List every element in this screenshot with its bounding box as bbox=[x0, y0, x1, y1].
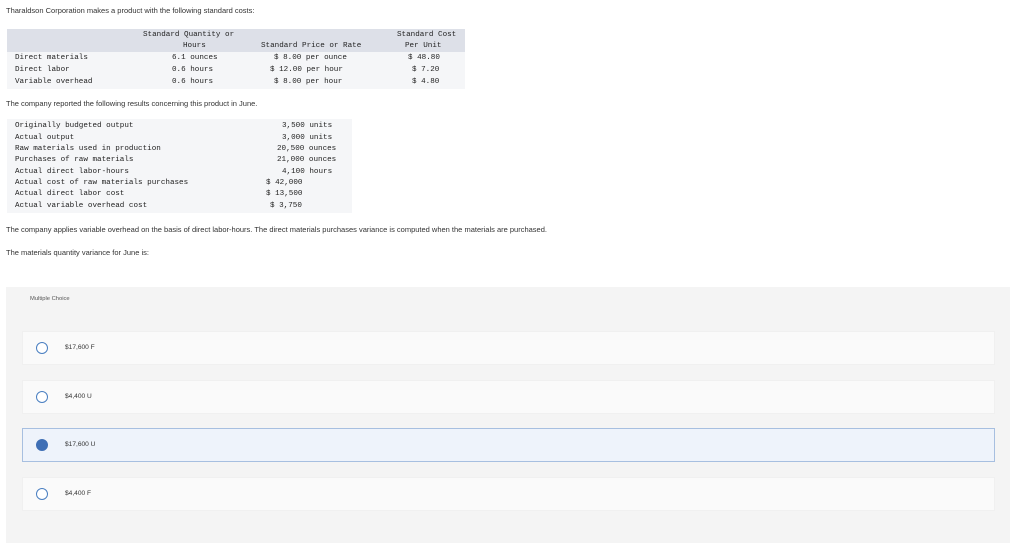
result-label: Actual cost of raw materials purchases bbox=[15, 179, 189, 187]
row-qty: 0.6 hours bbox=[172, 66, 214, 74]
radio-selected-icon[interactable] bbox=[36, 439, 48, 451]
row-cost: $ 4.80 bbox=[412, 78, 440, 86]
row-price: $ 12.00 per hour bbox=[270, 66, 343, 74]
choice-label: $17,600 U bbox=[65, 441, 96, 448]
row-qty: 0.6 hours bbox=[172, 78, 214, 86]
header-price: Standard Price or Rate bbox=[261, 42, 362, 50]
result-value: 4,100 hours bbox=[282, 168, 333, 176]
question-text: The materials quantity variance for June… bbox=[6, 248, 149, 257]
table-header: Standard Quantity or Hours Standard Pric… bbox=[7, 29, 465, 52]
row-price: $ 8.00 per hour bbox=[274, 78, 343, 86]
choice-option-3-selected[interactable]: $17,600 U bbox=[22, 428, 995, 462]
result-value: 20,500 ounces bbox=[277, 145, 337, 153]
header-cost-line2: Per Unit bbox=[405, 42, 442, 50]
result-label: Originally budgeted output bbox=[15, 122, 134, 130]
radio-button-icon[interactable] bbox=[36, 488, 48, 500]
results-table: Originally budgeted output 3,500 units A… bbox=[7, 119, 352, 213]
result-label: Purchases of raw materials bbox=[15, 156, 134, 164]
result-value: 3,000 units bbox=[282, 134, 333, 142]
result-label: Actual direct labor cost bbox=[15, 190, 125, 198]
header-qty-line1: Standard Quantity or bbox=[143, 31, 235, 39]
result-label: Actual output bbox=[15, 134, 75, 142]
row-label: Direct labor bbox=[15, 66, 70, 74]
note-text: The company applies variable overhead on… bbox=[6, 225, 547, 234]
radio-button-icon[interactable] bbox=[36, 342, 48, 354]
result-value: $ 13,500 bbox=[266, 190, 303, 198]
table-body: Direct materials 6.1 ounces $ 8.00 per o… bbox=[7, 52, 465, 89]
choice-option-2[interactable]: $4,400 U bbox=[22, 380, 995, 414]
result-label: Actual direct labor-hours bbox=[15, 168, 129, 176]
result-value: 3,500 units bbox=[282, 122, 333, 130]
result-label: Actual variable overhead cost bbox=[15, 202, 148, 210]
result-label: Raw materials used in production bbox=[15, 145, 161, 153]
choice-option-1[interactable]: $17,600 F bbox=[22, 331, 995, 365]
choice-option-4[interactable]: $4,400 F bbox=[22, 477, 995, 511]
row-cost: $ 7.20 bbox=[412, 66, 440, 74]
multiple-choice-label: Multiple Choice bbox=[30, 296, 70, 302]
row-cost: $ 48.80 bbox=[408, 54, 440, 62]
results-intro-text: The company reported the following resul… bbox=[6, 99, 258, 108]
multiple-choice-panel: Multiple Choice $17,600 F $4,400 U $17,6… bbox=[6, 287, 1010, 543]
result-value: 21,000 ounces bbox=[277, 156, 337, 164]
radio-button-icon[interactable] bbox=[36, 391, 48, 403]
intro-text: Tharaldson Corporation makes a product w… bbox=[6, 6, 255, 15]
row-label: Direct materials bbox=[15, 54, 88, 62]
choice-label: $4,400 F bbox=[65, 490, 92, 497]
row-label: Variable overhead bbox=[15, 78, 93, 86]
row-price: $ 8.00 per ounce bbox=[274, 54, 347, 62]
choice-label: $4,400 U bbox=[65, 393, 92, 400]
choice-label: $17,600 F bbox=[65, 344, 95, 351]
header-qty-line2: Hours bbox=[183, 42, 206, 50]
header-cost-line1: Standard Cost bbox=[397, 31, 457, 39]
standard-cost-table: Standard Quantity or Hours Standard Pric… bbox=[7, 29, 465, 89]
row-qty: 6.1 ounces bbox=[172, 54, 218, 62]
result-value: $ 42,000 bbox=[266, 179, 303, 187]
result-value: $ 3,750 bbox=[270, 202, 302, 210]
